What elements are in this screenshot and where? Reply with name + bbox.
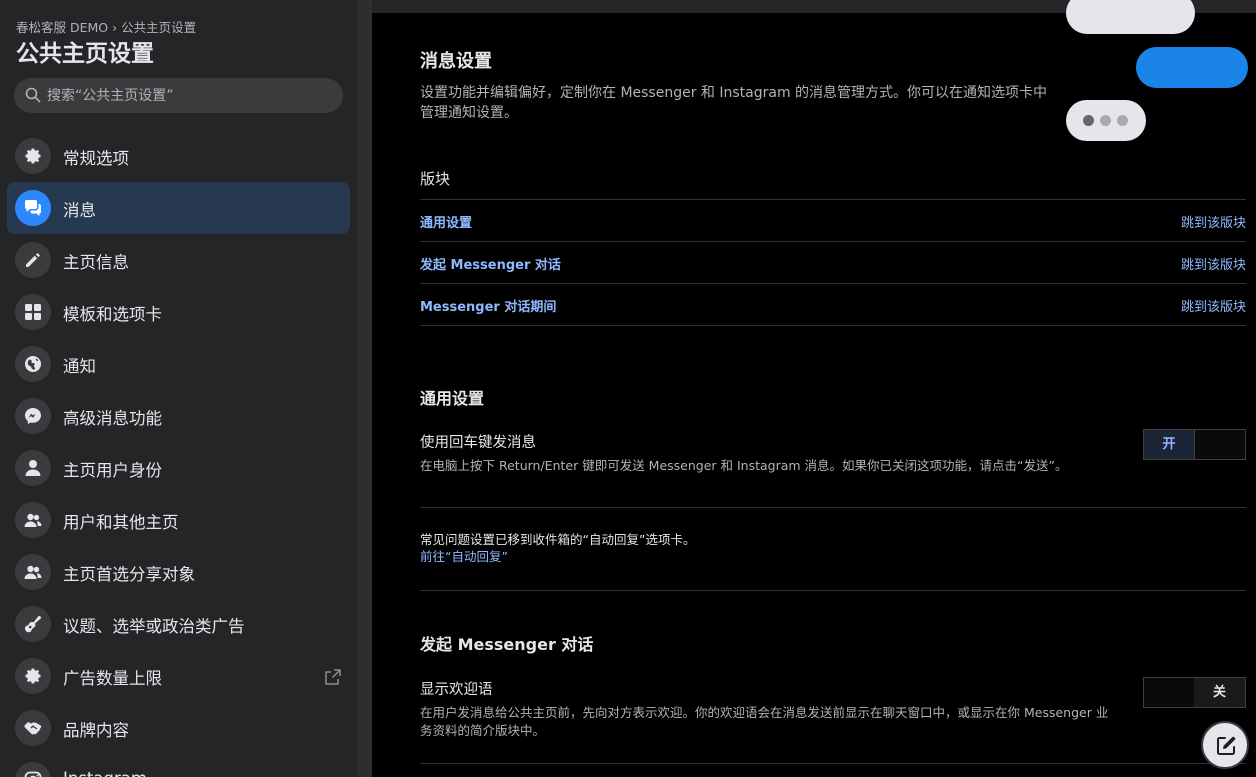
globe-icon [15,346,51,382]
start-conversation-title: 发起 Messenger 对话 [420,635,594,654]
sidebar-item-branded-content[interactable]: 品牌内容 [7,702,350,754]
section-link-general[interactable]: 通用设置 [420,212,472,231]
sidebar-item-label: 品牌内容 [63,721,129,740]
sidebar-item-label: 主页用户身份 [63,461,162,480]
sidebar-item-advanced-messaging[interactable]: 高级消息功能 [7,390,350,442]
section-link-during-conversation[interactable]: Messenger 对话期间 [420,296,556,315]
sections-title: 版块 [420,170,451,188]
divider [420,199,1246,200]
people-icon [15,502,51,538]
divider [420,763,1246,764]
jump-link[interactable]: 跳到该版块 [1181,296,1246,315]
greeting-label: 显示欢迎语 [420,682,493,698]
sidebar-item-preferred-audience[interactable]: 主页首选分享对象 [7,546,350,598]
divider [420,241,1246,242]
sidebar: 春松客服 DEMO › 公共主页设置 公共主页设置 常规选项 消息 主页信息 模… [0,0,358,777]
sidebar-item-messages[interactable]: 消息 [7,182,350,234]
sidebar-item-label: 广告数量上限 [63,669,162,688]
divider [420,590,1246,591]
sidebar-item-page-roles[interactable]: 主页用户身份 [7,442,350,494]
sidebar-item-templates-tabs[interactable]: 模板和选项卡 [7,286,350,338]
divider [420,325,1246,326]
chat-bubble-illustration [1136,47,1248,88]
compose-icon [1217,736,1236,755]
auto-reply-link[interactable]: 前往“自动回复” [420,548,508,566]
main-content: 消息设置 设置功能并编辑偏好，定制你在 Messenger 和 Instagra… [372,0,1256,777]
typing-dot [1100,115,1111,126]
sidebar-item-political-ads[interactable]: 议题、选举或政治类广告 [7,598,350,650]
search-input[interactable] [47,78,332,113]
sidebar-item-label: 常规选项 [63,149,129,168]
enter-send-toggle[interactable]: 开 [1143,429,1246,460]
enter-send-label: 使用回车键发消息 [420,435,536,451]
sidebar-scrollbar[interactable] [358,0,372,777]
people-icon [15,554,51,590]
search-box[interactable] [14,78,343,113]
greeting-toggle[interactable]: 关 [1143,677,1246,708]
sidebar-item-label: Instagram [63,769,147,777]
sidebar-item-general[interactable]: 常规选项 [7,130,350,182]
sidebar-item-label: 议题、选举或政治类广告 [63,617,245,636]
gear-icon [15,658,51,694]
external-link-icon [325,669,341,685]
sidebar-item-ad-limit[interactable]: 广告数量上限 [7,650,350,702]
section-description: 设置功能并编辑偏好，定制你在 Messenger 和 Instagram 的消息… [420,85,1048,121]
sidebar-item-label: 主页首选分享对象 [63,565,195,584]
instagram-icon [15,762,51,777]
compose-button[interactable] [1201,721,1249,769]
search-icon [25,87,41,103]
chat-bubbles-icon [15,190,51,226]
messenger-icon [15,398,51,434]
sidebar-item-label: 模板和选项卡 [63,305,162,324]
section-heading: 消息设置 [420,51,492,72]
divider [420,283,1246,284]
sidebar-item-label: 通知 [63,357,96,376]
person-icon [15,450,51,486]
typing-indicator-illustration [1066,100,1146,141]
divider [420,507,1246,508]
toggle-on[interactable]: 开 [1144,430,1195,459]
grid-icon [15,294,51,330]
sidebar-item-label: 主页信息 [63,253,129,272]
toggle-on[interactable] [1144,678,1195,707]
pencil-icon [15,242,51,278]
greeting-description: 在用户发消息给公共主页前，先向对方表示欢迎。你的欢迎语会在消息发送前显示在聊天窗… [420,705,1109,738]
guitar-icon [15,606,51,642]
sidebar-item-label: 用户和其他主页 [63,513,179,532]
chat-bubble-illustration [1066,0,1195,34]
sidebar-item-page-info[interactable]: 主页信息 [7,234,350,286]
general-settings-title: 通用设置 [420,389,485,408]
jump-link[interactable]: 跳到该版块 [1181,212,1246,231]
typing-dot [1083,115,1094,126]
sidebar-item-instagram[interactable]: Instagram [7,754,350,777]
jump-link[interactable]: 跳到该版块 [1181,254,1246,273]
section-link-start-conversation[interactable]: 发起 Messenger 对话 [420,254,561,273]
sidebar-item-label: 消息 [63,201,96,220]
sidebar-item-notifications[interactable]: 通知 [7,338,350,390]
page-title: 公共主页设置 [16,41,154,67]
toggle-off[interactable] [1194,430,1245,459]
toggle-off[interactable]: 关 [1194,678,1245,707]
handshake-icon [15,710,51,746]
gear-icon [15,138,51,174]
sidebar-item-people-pages[interactable]: 用户和其他主页 [7,494,350,546]
faq-notice: 常见问题设置已移到收件箱的“自动回复”选项卡。 [420,532,696,547]
typing-dot [1117,115,1128,126]
sidebar-item-label: 高级消息功能 [63,409,162,428]
enter-send-description: 在电脑上按下 Return/Enter 键即可发送 Messenger 和 In… [420,458,1068,473]
